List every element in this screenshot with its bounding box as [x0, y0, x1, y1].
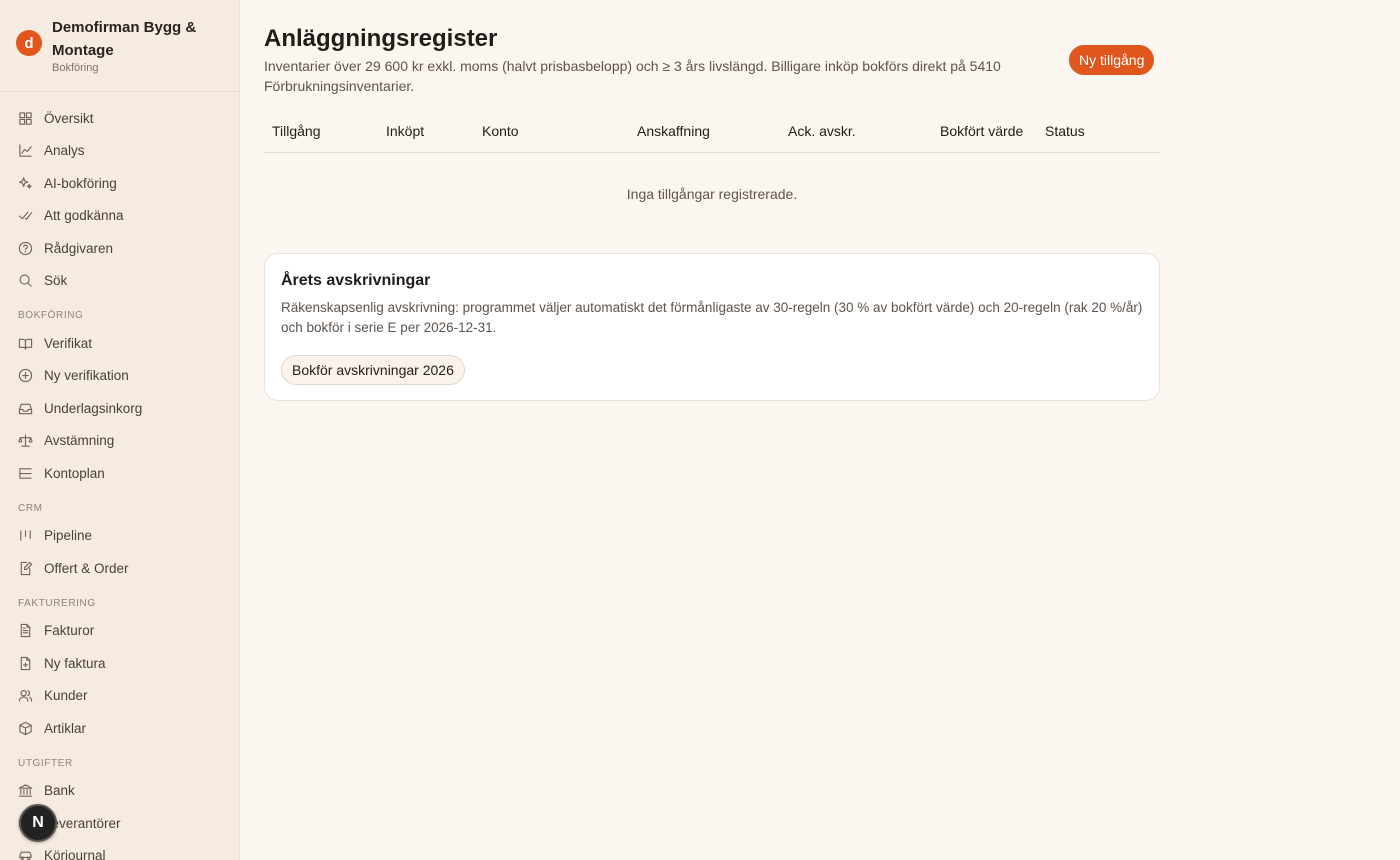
sidebar-item-kontoplan[interactable]: Kontoplan	[0, 457, 239, 490]
inbox-icon	[18, 403, 33, 414]
card-description: Räkenskapsenlig avskrivning: programmet …	[281, 300, 1143, 335]
sidebar-item-pipeline[interactable]: Pipeline	[0, 520, 239, 553]
company-name: Demofirman Bygg & Montage	[52, 19, 197, 59]
depreciation-card: Årets avskrivningar Räkenskapsenlig avsk…	[264, 253, 1160, 401]
chart-line-icon	[19, 144, 32, 157]
list-tree-icon	[19, 468, 32, 479]
sidebar-item-label: Fakturor	[44, 623, 95, 639]
sidebar-item-label: Att godkänna	[44, 208, 124, 224]
dev-tools-badge[interactable]: N	[19, 804, 57, 842]
sidebar-section-crm: CRM	[18, 502, 43, 514]
sidebar-item-radgivaren[interactable]: Rådgivaren	[0, 232, 239, 265]
double-check-icon	[18, 211, 33, 221]
sidebar-item-label: Offert & Order	[44, 560, 129, 576]
sidebar-item-label: Verifikat	[44, 335, 93, 351]
sidebar-item-label: Avstämning	[44, 433, 115, 449]
sidebar-item-kunder[interactable]: Kunder	[0, 680, 239, 713]
sidebar-item-fakturor[interactable]: Fakturor	[0, 615, 239, 648]
book-depreciation-button[interactable]: Bokför avskrivningar 2026	[281, 355, 465, 385]
help-circle-icon	[18, 241, 33, 255]
sidebar-item-label: Sök	[44, 273, 68, 289]
sidebar-item-ai-bokforing[interactable]: AI-bokföring	[0, 167, 239, 200]
search-icon	[19, 274, 32, 287]
divider	[0, 91, 239, 92]
sidebar-nav: Översikt Analys AI-bokföring Att godkänna Rå…	[0, 102, 239, 860]
sidebar-item-label: Pipeline	[44, 528, 93, 544]
page-description: Inventarier över 29 600 kr exkl. moms (h…	[264, 58, 1001, 94]
empty-state: Inga tillgångar registrerade.	[626, 186, 798, 202]
sidebar-item-analys[interactable]: Analys	[0, 135, 239, 168]
sidebar-item-ny-verifikation[interactable]: Ny verifikation	[0, 360, 239, 393]
sidebar-item-label: Underlagsinkorg	[44, 400, 143, 416]
column-header-inkopt[interactable]: Inköpt	[386, 123, 424, 139]
plus-circle-icon	[18, 369, 33, 383]
sidebar-item-label: AI-bokföring	[44, 175, 117, 191]
column-header-status[interactable]: Status	[1045, 123, 1085, 139]
sidebar-item-label: Rådgivaren	[44, 240, 114, 256]
file-plus-icon	[20, 656, 31, 670]
sidebar-item-label: Ny verifikation	[44, 368, 129, 384]
sidebar-section-fakturering: FAKTURERING	[18, 597, 96, 609]
sparkles-icon	[18, 177, 32, 189]
sidebar-item-att-godkanna[interactable]: Att godkänna	[0, 200, 239, 233]
assets-table: Tillgång Inköpt Konto Anskaffning Ack. avskr…	[264, 112, 1160, 202]
table-header: Tillgång Inköpt Konto Anskaffning Ack. avskr…	[264, 112, 1160, 153]
company-subtitle: Bokföring	[52, 62, 99, 74]
sidebar-item-label: Artiklar	[44, 720, 87, 736]
sidebar-item-sok[interactable]: Sök	[0, 265, 239, 298]
column-header-konto[interactable]: Konto	[482, 123, 519, 139]
card-title: Årets avskrivningar	[281, 272, 431, 289]
sidebar-item-underlagsinkorg[interactable]: Underlagsinkorg	[0, 392, 239, 425]
file-text-icon	[20, 624, 31, 638]
sidebar-item-artiklar[interactable]: Artiklar	[0, 712, 239, 745]
column-header-anskaffning[interactable]: Anskaffning	[637, 123, 710, 139]
sidebar-item-label: Ny faktura	[44, 655, 106, 671]
sidebar-item-label: Körjournal	[44, 848, 106, 860]
sidebar-item-verifikat[interactable]: Verifikat	[0, 327, 239, 360]
column-header-bokfort-varde[interactable]: Bokfört värde	[940, 123, 1023, 139]
brand[interactable]: d Demofirman Bygg & Montage Bokföring	[16, 16, 224, 75]
scale-icon	[18, 434, 33, 447]
sidebar-item-korjournal[interactable]: Körjournal	[0, 840, 239, 860]
page-title: Anläggningsregister	[264, 25, 498, 52]
sidebar-item-avstamning[interactable]: Avstämning	[0, 425, 239, 458]
sidebar-item-label: Översikt	[44, 110, 94, 126]
sidebar-item-oversikt[interactable]: Översikt	[0, 102, 239, 135]
kanban-icon	[20, 530, 31, 541]
sidebar-section-utgifter: UTGIFTER	[18, 757, 73, 769]
sidebar-item-bank[interactable]: Bank	[0, 775, 239, 808]
sidebar-item-ny-faktura[interactable]: Ny faktura	[0, 647, 239, 680]
grid-icon	[19, 112, 32, 125]
column-header-tillgang[interactable]: Tillgång	[272, 123, 321, 139]
bank-icon	[18, 784, 33, 797]
file-edit-icon	[20, 561, 33, 575]
sidebar-item-offert-order[interactable]: Offert & Order	[0, 552, 239, 585]
package-icon	[19, 721, 32, 735]
brand-logo: d	[16, 30, 42, 56]
sidebar-item-label: Bank	[44, 783, 75, 799]
sidebar-section-bokforing: BOKFÖRING	[18, 310, 84, 321]
sidebar-item-label: Analys	[44, 143, 85, 159]
sidebar-item-label: Kontoplan	[44, 465, 105, 481]
new-asset-button[interactable]: Ny tillgång	[1069, 45, 1155, 75]
sidebar-item-label: Kunder	[44, 688, 88, 704]
column-header-ack-avskr[interactable]: Ack. avskr.	[788, 123, 856, 139]
sidebar: d Demofirman Bygg & Montage Bokföring Öv…	[0, 0, 240, 860]
users-icon	[18, 690, 33, 702]
book-icon	[18, 338, 33, 350]
car-icon	[19, 851, 32, 860]
